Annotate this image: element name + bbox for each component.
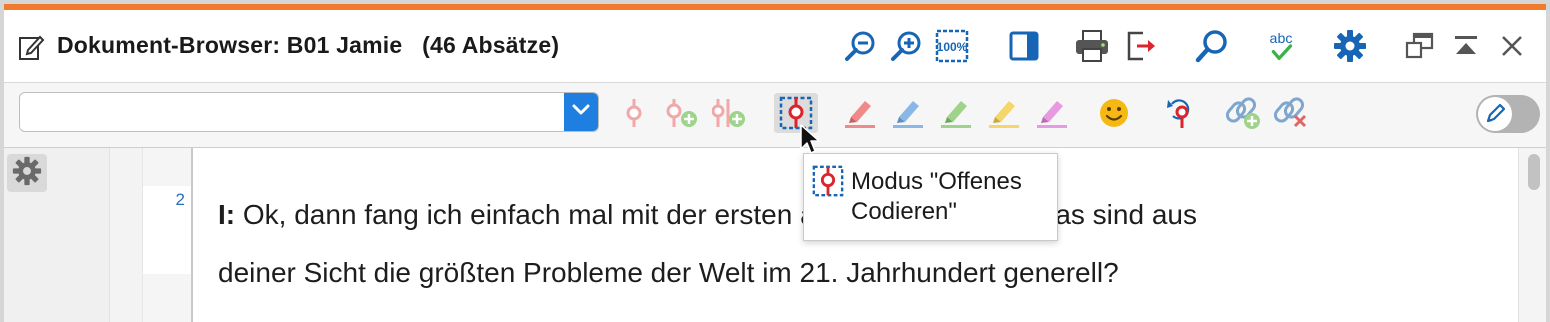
- paragraph-text-line1-a: Ok, dann fang ich einfach mal mit der er…: [235, 199, 801, 230]
- highlighter-magenta-icon[interactable]: [1034, 95, 1070, 131]
- link-add-icon[interactable]: [1226, 95, 1262, 131]
- edit-document-icon: [16, 32, 46, 62]
- code-icon[interactable]: [616, 95, 652, 131]
- print-icon[interactable]: [1074, 28, 1110, 64]
- edit-mode-toggle[interactable]: [1476, 95, 1540, 133]
- undock-window-icon[interactable]: [1402, 28, 1438, 64]
- spellcheck-label: abc: [1270, 31, 1293, 47]
- search-icon[interactable]: [1194, 28, 1230, 64]
- sidebar-toggle-icon[interactable]: [1006, 28, 1042, 64]
- combo-dropdown-button[interactable]: [564, 93, 598, 131]
- paragraph-text-line2: deiner Sicht die größten Probleme der We…: [218, 257, 1119, 288]
- link-remove-icon[interactable]: [1274, 95, 1310, 131]
- code-selector-input[interactable]: [20, 93, 566, 129]
- zoom-100-label: 100%: [937, 40, 968, 54]
- tooltip-open-coding: Modus "Offenes Codieren": [803, 153, 1058, 241]
- margin-settings-button[interactable]: [7, 154, 47, 192]
- paragraph-number[interactable]: 2: [143, 190, 185, 210]
- open-coding-mode-icon: [811, 164, 845, 198]
- coding-stripe-area: [4, 148, 110, 322]
- edit-mode-toggle-icon: [1478, 97, 1512, 131]
- window-title: Dokument-Browser: B01 Jamie (46 Absätze): [57, 32, 560, 58]
- collapse-up-icon[interactable]: [1448, 28, 1484, 64]
- code-selector-combo[interactable]: [19, 92, 599, 132]
- vertical-scrollbar[interactable]: [1518, 148, 1546, 322]
- export-icon[interactable]: [1124, 28, 1160, 64]
- code-add-icon[interactable]: [664, 95, 700, 131]
- settings-gear-icon[interactable]: [1332, 28, 1368, 64]
- document-content-area: 2 I: Ok, dann fang ich einfach mal mit d…: [4, 148, 1546, 322]
- emoticon-icon[interactable]: [1096, 95, 1132, 131]
- memo-column: [110, 148, 143, 322]
- zoom-in-icon[interactable]: [888, 28, 924, 64]
- coding-toolbar: [4, 83, 1546, 148]
- highlighter-yellow-icon[interactable]: [986, 95, 1022, 131]
- tooltip-text: Modus "Offenes Codieren": [851, 168, 1022, 225]
- zoom-out-icon[interactable]: [842, 28, 878, 64]
- mouse-pointer-icon: [799, 123, 821, 155]
- gear-icon: [12, 156, 42, 191]
- spellcheck-icon[interactable]: abc: [1263, 28, 1299, 64]
- multi-code-add-icon[interactable]: [712, 95, 748, 131]
- highlighter-red-icon[interactable]: [842, 95, 878, 131]
- highlighter-blue-icon[interactable]: [890, 95, 926, 131]
- highlighter-green-icon[interactable]: [938, 95, 974, 131]
- zoom-100-icon[interactable]: 100%: [934, 28, 970, 64]
- undo-coding-icon[interactable]: [1162, 95, 1198, 131]
- speaker-label: I:: [218, 199, 236, 230]
- title-bar: Dokument-Browser: B01 Jamie (46 Absätze)…: [4, 10, 1546, 83]
- chevron-down-icon: [572, 103, 590, 121]
- document-browser-window: Dokument-Browser: B01 Jamie (46 Absätze)…: [4, 4, 1546, 322]
- close-icon[interactable]: [1494, 28, 1530, 64]
- scrollbar-thumb[interactable]: [1528, 154, 1540, 190]
